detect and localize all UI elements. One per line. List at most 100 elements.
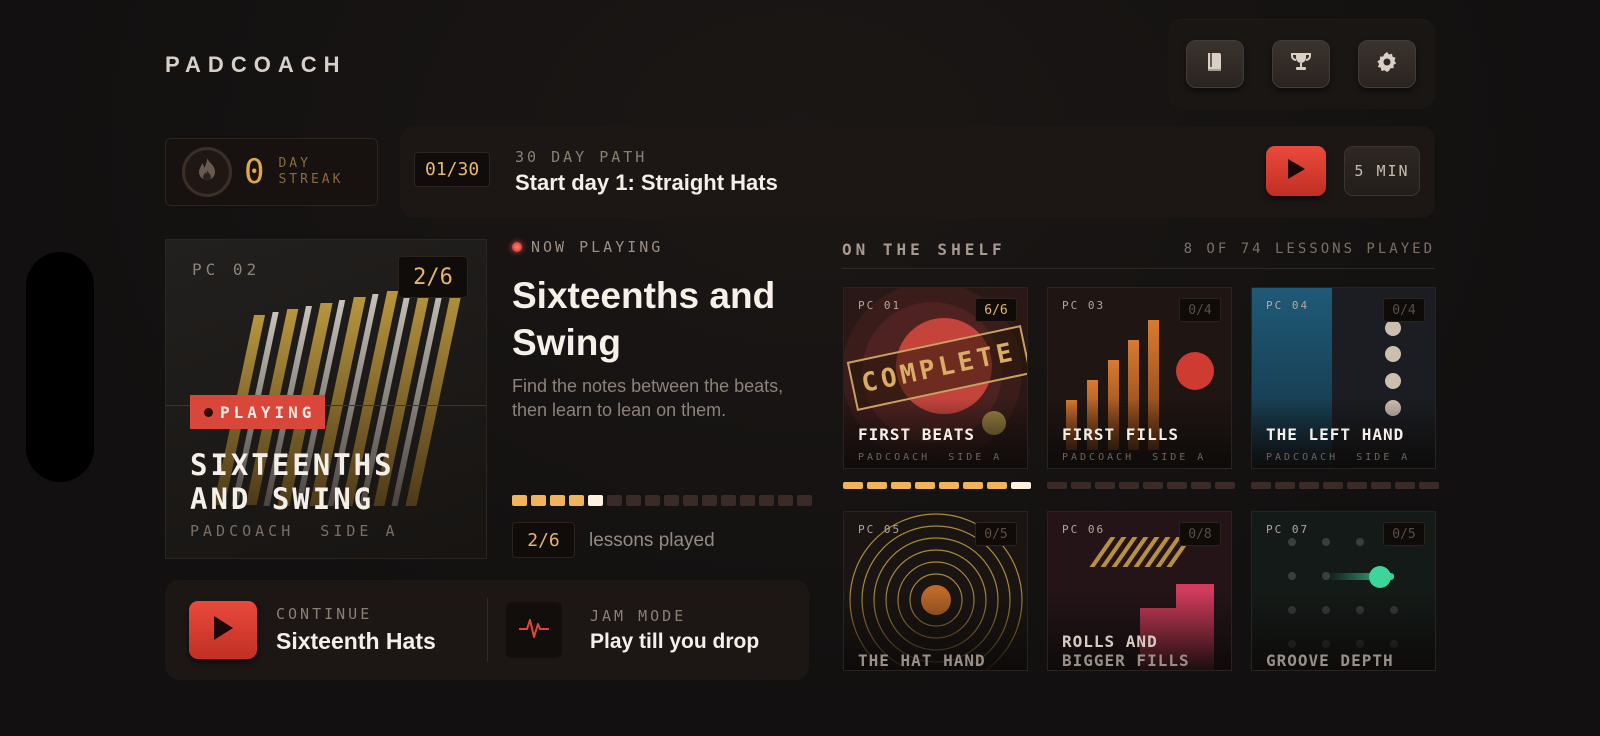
streak-label: DAY STREAK <box>278 156 343 188</box>
playing-dot <box>204 407 213 417</box>
streak-label-line1: DAY <box>278 156 311 171</box>
lesson-card-pc06[interactable]: PC 06 0/8 ROLLS AND BIGGER FILLS <box>1047 511 1232 671</box>
continue-kicker: CONTINUE <box>276 605 373 623</box>
card-code: PC 06 <box>1062 523 1106 536</box>
card-title: THE HAT HAND <box>858 651 986 670</box>
progress-segment <box>569 495 584 506</box>
progress-segment <box>626 495 641 506</box>
card-progress-segment <box>915 482 935 489</box>
card-progress-segment <box>867 482 887 489</box>
lesson-card-pc03[interactable]: PC 03 0/4 FIRST FILLS PADCOACH SIDE A <box>1047 287 1232 469</box>
action-bar: CONTINUE Sixteenth Hats JAM MODE Play ti… <box>165 580 809 680</box>
day-streak: 0 DAY STREAK <box>165 138 378 206</box>
library-button[interactable] <box>1186 40 1244 88</box>
jam-mode-button[interactable] <box>506 602 562 658</box>
path-kicker: 30 DAY PATH <box>515 148 648 166</box>
card-title-line2: BIGGER FILLS <box>1062 651 1190 670</box>
card-progress-segment <box>1347 482 1367 489</box>
card-progress-segment <box>1167 482 1187 489</box>
start-path-button[interactable] <box>1266 146 1326 196</box>
card-code: PC 03 <box>1062 299 1106 312</box>
streak-label-line2: STREAK <box>278 172 344 187</box>
gear-icon <box>1375 50 1399 79</box>
card-subtitle: PADCOACH SIDE A <box>858 452 1003 463</box>
lesson-card-pc07[interactable]: PC 07 0/5 GROOVE DEPTH <box>1251 511 1436 671</box>
lessons-played-label: lessons played <box>589 530 715 551</box>
now-playing-description: Find the notes between the beats, then l… <box>512 376 784 420</box>
now-playing-label: NOW PLAYING <box>512 238 663 256</box>
live-indicator <box>512 242 522 252</box>
achievements-button[interactable] <box>1272 40 1330 88</box>
progress-segment <box>702 495 717 506</box>
card-progress-pc01 <box>843 482 1031 489</box>
lesson-progress-bar <box>512 495 812 506</box>
card-progress-segment <box>1419 482 1439 489</box>
settings-button[interactable] <box>1358 40 1416 88</box>
card-progress-segment <box>1143 482 1163 489</box>
lesson-card-pc04[interactable]: PC 04 0/4 THE LEFT HAND PADCOACH SIDE A <box>1251 287 1436 469</box>
now-playing-album[interactable]: PC 02 2/6 PLAYING SIXTEENTHS AND SWING P… <box>165 239 487 559</box>
card-title: ROLLS AND BIGGER FILLS <box>1062 632 1190 670</box>
flame-icon <box>196 157 218 188</box>
shelf-lesson-count: 8 OF 74 LESSONS PLAYED <box>1183 241 1435 257</box>
card-progress-segment <box>1191 482 1211 489</box>
progress-segment <box>683 495 698 506</box>
card-progress-segment <box>843 482 863 489</box>
jam-kicker: JAM MODE <box>590 607 687 625</box>
progress-segment <box>607 495 622 506</box>
album-title: SIXTEENTHS AND SWING <box>190 448 395 516</box>
card-title-line1: ROLLS AND <box>1062 632 1158 651</box>
continue-play-button[interactable] <box>189 601 257 659</box>
progress-segment <box>778 495 793 506</box>
progress-segment <box>588 495 603 506</box>
lesson-card-pc01[interactable]: COMPLETE PC 01 6/6 FIRST BEATS PADCOACH … <box>843 287 1028 469</box>
brand-logo: PADCOACH <box>165 52 347 77</box>
playing-tag: PLAYING <box>190 395 325 429</box>
card-code: PC 05 <box>858 523 902 536</box>
album-code: PC 02 <box>192 260 261 279</box>
card-code: PC 01 <box>858 299 902 312</box>
top-toolbar <box>1168 19 1435 109</box>
card-progress-segment <box>1395 482 1415 489</box>
progress-segment <box>645 495 660 506</box>
jam-title[interactable]: Play till you drop <box>590 630 759 654</box>
duration-badge[interactable]: 5 MIN <box>1344 146 1420 196</box>
album-subtitle: PADCOACH SIDE A <box>190 522 399 540</box>
side-handle[interactable] <box>26 252 94 482</box>
card-title: FIRST FILLS <box>1062 425 1179 444</box>
progress-segment <box>759 495 774 506</box>
card-progress-pc04 <box>1251 482 1439 489</box>
streak-ring <box>182 147 232 197</box>
card-subtitle: PADCOACH SIDE A <box>1266 452 1411 463</box>
continue-title[interactable]: Sixteenth Hats <box>276 628 436 655</box>
streak-count: 0 <box>244 152 265 192</box>
card-title: GROOVE DEPTH <box>1266 651 1394 670</box>
card-code: PC 04 <box>1266 299 1310 312</box>
album-progress-badge: 2/6 <box>398 256 468 298</box>
progress-segment <box>531 495 546 506</box>
card-progress-pc03 <box>1047 482 1235 489</box>
card-progress-badge: 0/5 <box>1383 522 1425 546</box>
play-icon <box>1286 158 1306 185</box>
card-progress-segment <box>987 482 1007 489</box>
card-progress-segment <box>1371 482 1391 489</box>
card-progress-segment <box>1323 482 1343 489</box>
day-path-bar[interactable]: 01/30 30 DAY PATH Start day 1: Straight … <box>400 126 1435 218</box>
card-title: THE LEFT HAND <box>1266 425 1405 444</box>
card-progress-segment <box>1047 482 1067 489</box>
card-progress-badge: 0/4 <box>1383 298 1425 322</box>
lesson-card-pc05[interactable]: PC 05 0/5 THE HAT HAND <box>843 511 1028 671</box>
card-progress-badge: 0/4 <box>1179 298 1221 322</box>
trophy-icon <box>1289 50 1313 79</box>
card-subtitle: PADCOACH SIDE A <box>1062 452 1207 463</box>
card-title: FIRST BEATS <box>858 425 975 444</box>
card-progress-badge: 0/8 <box>1179 522 1221 546</box>
card-progress-segment <box>1071 482 1091 489</box>
card-progress-segment <box>939 482 959 489</box>
book-icon <box>1203 50 1227 79</box>
pulse-icon <box>518 615 550 646</box>
progress-segment <box>740 495 755 506</box>
path-day-counter: 01/30 <box>414 152 491 187</box>
playing-tag-label: PLAYING <box>220 402 316 422</box>
card-code: PC 07 <box>1266 523 1310 536</box>
